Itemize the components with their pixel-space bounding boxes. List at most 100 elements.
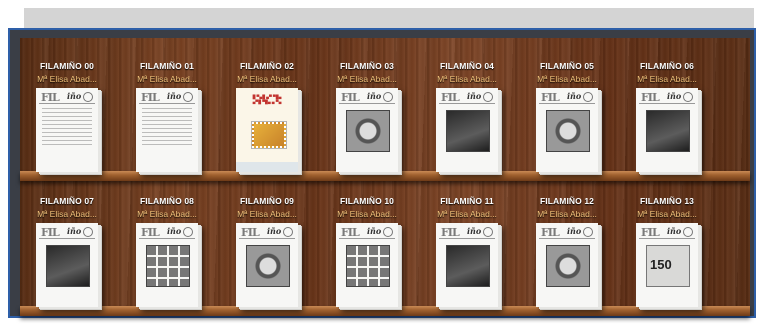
cover-logo-art: iño [367,91,382,101]
cover-seal-icon [183,227,193,237]
cover-logo-art: FIL [41,226,60,239]
book-item[interactable]: FILAMIÑO 01 Mª Elisa Abad... FIL iño [119,61,215,172]
cover-logo-art: iño [467,91,482,101]
cover-logo-art: FIL [241,226,260,239]
cover-heading-art: █ ▀▄█ ▄▀ ▀█▄ ▄▀█ ▀█▄ ▄ ▀▄ [252,94,282,104]
header-bar [24,8,754,28]
cover-image [446,110,490,152]
book-item[interactable]: FILAMIÑO 06 Mª Elisa Abad... FIL iño [619,61,715,172]
cover-image [346,245,390,287]
cover-number: 150 [650,257,672,272]
book-cover-thumbnail[interactable]: FIL iño [236,223,298,307]
bookshelf-wood: FILAMIÑO 00 Mª Elisa Abad... FIL iño FILAMIÑ… [20,38,750,316]
book-item[interactable]: FILAMIÑO 11 Mª Elisa Abad... FIL iño [419,196,515,307]
cover-footer-art [236,162,298,172]
cover-masthead: FIL iño [339,91,395,104]
book-cover-thumbnail[interactable]: FIL iño [36,223,98,307]
cover-seal-icon [483,227,493,237]
book-author: Mª Elisa Abad... [637,74,697,84]
book-author: Mª Elisa Abad... [337,209,397,219]
book-cover-thumbnail[interactable]: FIL iño [36,88,98,172]
cover-logo-art: FIL [541,91,560,104]
cover-image [346,110,390,152]
book-title: FILAMIÑO 00 [40,61,94,71]
book-item[interactable]: FILAMIÑO 10 Mª Elisa Abad... FIL iño [319,196,415,307]
book-title: FILAMIÑO 13 [640,196,694,206]
book-item[interactable]: FILAMIÑO 07 Mª Elisa Abad... FIL iño [19,196,115,307]
book-title: FILAMIÑO 08 [140,196,194,206]
book-title: FILAMIÑO 10 [340,196,394,206]
book-cover-thumbnail[interactable]: FIL iño [436,88,498,172]
cover-masthead: FIL iño [639,91,695,104]
book-title: FILAMIÑO 03 [340,61,394,71]
book-author: Mª Elisa Abad... [537,209,597,219]
book-item[interactable]: FILAMIÑO 12 Mª Elisa Abad... FIL iño [519,196,615,307]
cover-logo-art: FIL [441,226,460,239]
book-cover-thumbnail[interactable]: FIL iño [636,88,698,172]
book-cover-thumbnail[interactable]: FIL iño [336,223,398,307]
cover-image [446,245,490,287]
cover-logo-art: FIL [641,91,660,104]
cover-seal-icon [383,92,393,102]
cover-logo-art: iño [167,91,182,101]
cover-logo-art: iño [67,91,82,101]
book-cover-thumbnail[interactable]: FIL iño [436,223,498,307]
cover-logo-art: FIL [441,91,460,104]
cover-image [546,110,590,152]
book-item[interactable]: FILAMIÑO 09 Mª Elisa Abad... FIL iño [219,196,315,307]
cover-logo-art: FIL [541,226,560,239]
book-cover-thumbnail[interactable]: FIL iño [136,88,198,172]
cover-masthead: FIL iño [539,226,595,239]
cover-logo-art: FIL [41,91,60,104]
book-item[interactable]: FILAMIÑO 08 Mª Elisa Abad... FIL iño [119,196,215,307]
book-author: Mª Elisa Abad... [37,74,97,84]
cover-logo-art: iño [567,226,582,236]
book-title: FILAMIÑO 02 [240,61,294,71]
cover-masthead: FIL iño [239,226,295,239]
book-cover-thumbnail[interactable]: █ ▀▄█ ▄▀ ▀█▄ ▄▀█ ▀█▄ ▄ ▀▄ [236,88,298,172]
cover-masthead: FIL iño [39,226,95,239]
book-cover-thumbnail[interactable]: FIL iño 150 [636,223,698,307]
book-title: FILAMIÑO 11 [440,196,494,206]
book-author: Mª Elisa Abad... [237,74,297,84]
cover-logo-art: iño [167,226,182,236]
book-author: Mª Elisa Abad... [537,74,597,84]
book-cover-thumbnail[interactable]: FIL iño [536,223,598,307]
cover-seal-icon [83,227,93,237]
book-author: Mª Elisa Abad... [337,74,397,84]
cover-logo-art: FIL [141,91,160,104]
cover-text-block [142,108,192,148]
book-item[interactable]: FILAMIÑO 00 Mª Elisa Abad... FIL iño [19,61,115,172]
cover-text-block [42,108,92,148]
book-title: FILAMIÑO 12 [540,196,594,206]
shelf-plank [20,306,750,316]
cover-seal-icon [683,227,693,237]
book-item[interactable]: FILAMIÑO 05 Mª Elisa Abad... FIL iño [519,61,615,172]
book-author: Mª Elisa Abad... [237,209,297,219]
cover-masthead: FIL iño [439,91,495,104]
book-item[interactable]: FILAMIÑO 02 Mª Elisa Abad... █ ▀▄█ ▄▀ ▀█▄ ▄… [219,61,315,172]
book-cover-thumbnail[interactable]: FIL iño [536,88,598,172]
cover-logo-art: FIL [141,226,160,239]
book-item[interactable]: FILAMIÑO 03 Mª Elisa Abad... FIL iño [319,61,415,172]
book-author: Mª Elisa Abad... [137,74,197,84]
cover-stamp-art [252,122,286,148]
cover-seal-icon [183,92,193,102]
cover-logo-art: FIL [641,226,660,239]
book-cover-thumbnail[interactable]: FIL iño [336,88,398,172]
book-title: FILAMIÑO 01 [140,61,194,71]
cover-logo-art: iño [67,226,82,236]
cover-seal-icon [83,92,93,102]
cover-seal-icon [583,92,593,102]
cover-logo-art: iño [367,226,382,236]
cover-image [546,245,590,287]
book-item[interactable]: FILAMIÑO 04 Mª Elisa Abad... FIL iño [419,61,515,172]
cover-masthead: FIL iño [139,91,195,104]
book-item[interactable]: FILAMIÑO 13 Mª Elisa Abad... FIL iño 150 [619,196,715,307]
shelf-plank [20,171,750,181]
book-cover-thumbnail[interactable]: FIL iño [136,223,198,307]
book-title: FILAMIÑO 07 [40,196,94,206]
book-title: FILAMIÑO 04 [440,61,494,71]
book-title: FILAMIÑO 05 [540,61,594,71]
cover-image [246,245,290,287]
